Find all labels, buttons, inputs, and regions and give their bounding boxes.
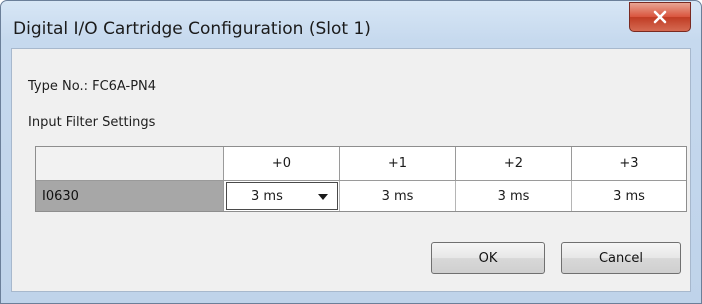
close-button[interactable] <box>629 2 691 32</box>
row-header-i0630: I0630 <box>36 181 224 211</box>
window-title: Digital I/O Cartridge Configuration (Slo… <box>13 19 371 39</box>
grid-corner-header <box>36 147 224 181</box>
close-icon <box>653 10 667 24</box>
filter-cell-plus2[interactable]: 3 ms <box>456 181 572 211</box>
filter-cell-plus1[interactable]: 3 ms <box>340 181 456 211</box>
column-header-plus3: +3 <box>572 147 686 181</box>
filter-cell-plus3[interactable]: 3 ms <box>572 181 686 211</box>
input-filter-grid: +0 +1 +2 +3 I0630 3 ms 3 ms 3 ms 3 ms <box>35 146 687 212</box>
title-bar: Digital I/O Cartridge Configuration (Slo… <box>1 1 701 47</box>
ok-button[interactable]: OK <box>431 242 545 274</box>
filter-dropdown-value: 3 ms <box>251 189 283 204</box>
type-number-label: Type No.: FC6A-PN4 <box>28 79 157 94</box>
input-filter-settings-label: Input Filter Settings <box>28 115 156 130</box>
column-header-plus1: +1 <box>340 147 456 181</box>
filter-dropdown-plus0[interactable]: 3 ms <box>226 182 338 210</box>
chevron-down-icon[interactable] <box>318 194 328 200</box>
column-header-plus2: +2 <box>456 147 572 181</box>
dialog-window: Digital I/O Cartridge Configuration (Slo… <box>0 0 702 304</box>
cancel-button[interactable]: Cancel <box>561 242 681 274</box>
column-header-plus0: +0 <box>224 147 340 181</box>
